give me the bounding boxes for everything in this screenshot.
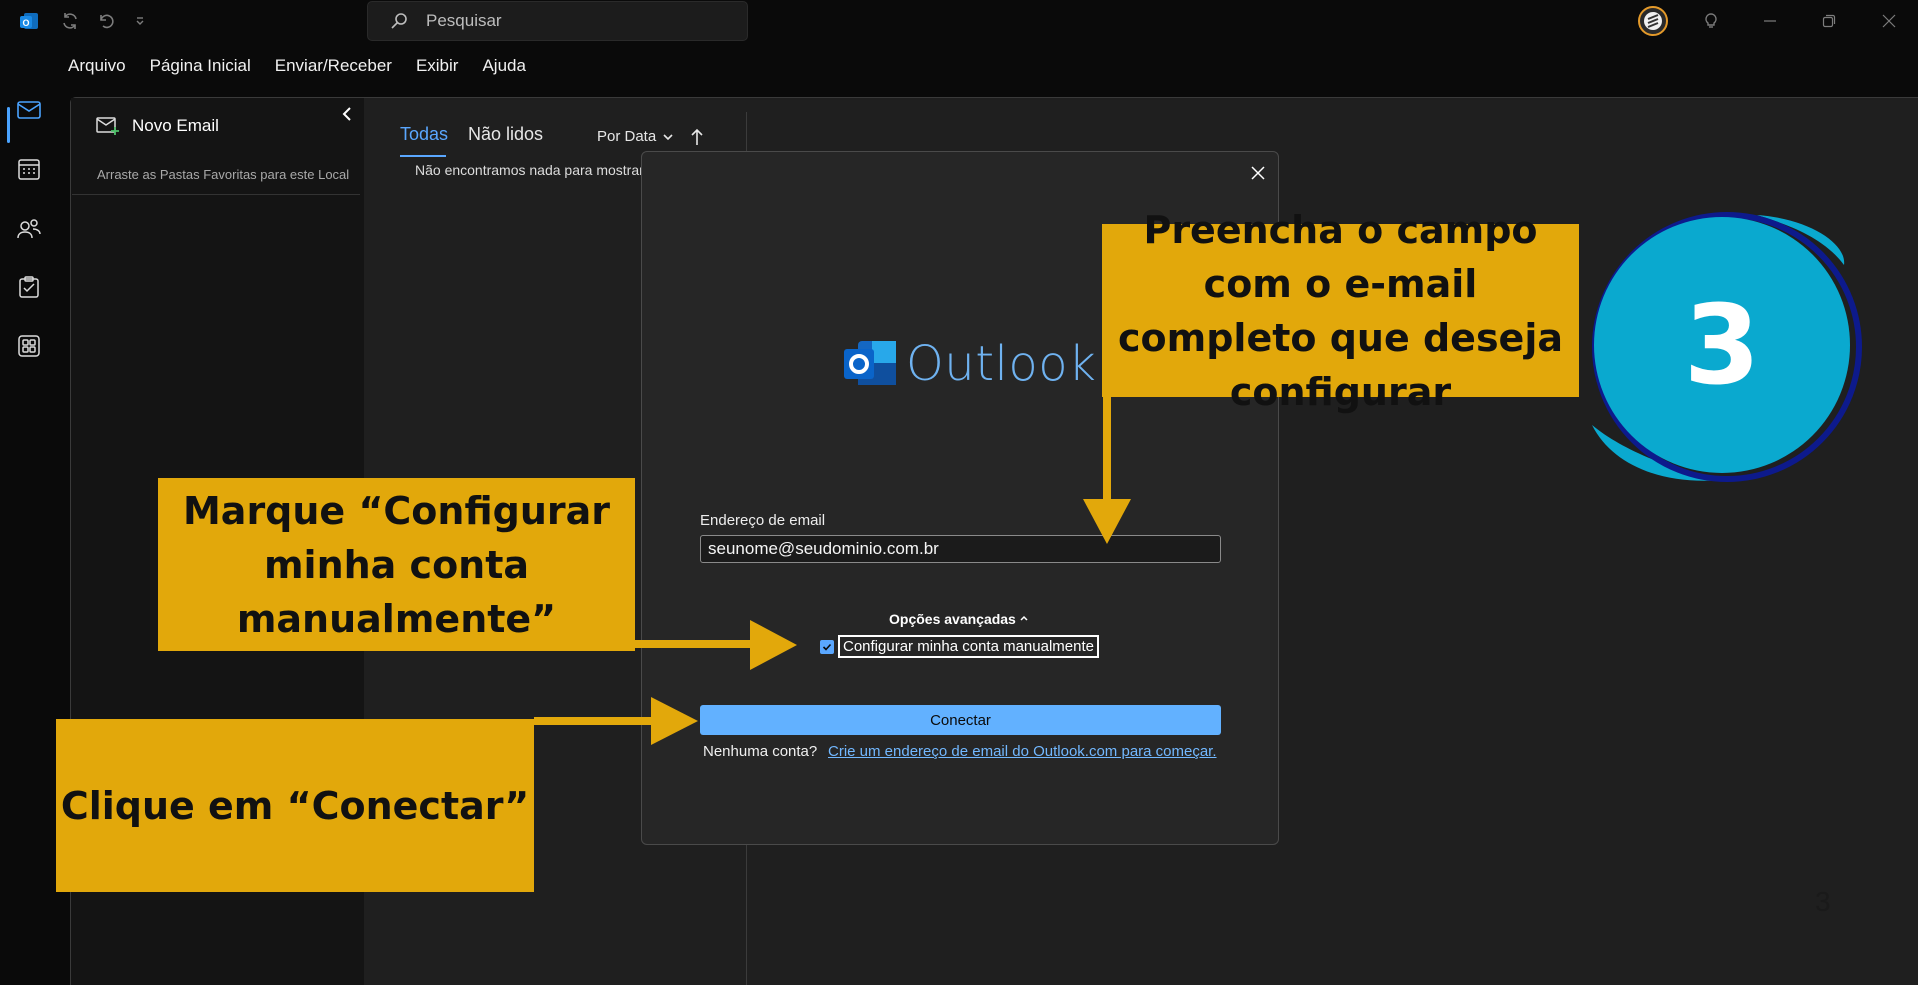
page-number: 3: [1815, 886, 1831, 917]
step-number: 3: [1683, 281, 1761, 409]
annotation-mark-manual: Marque “Configurar minha conta manualmen…: [158, 478, 635, 651]
step-badge: 3: [1582, 205, 1872, 490]
annotation-click-connect: Clique em “Conectar”: [56, 719, 534, 892]
annotation-fill-email: Preencha o campo com o e-mail completo q…: [1102, 208, 1579, 414]
